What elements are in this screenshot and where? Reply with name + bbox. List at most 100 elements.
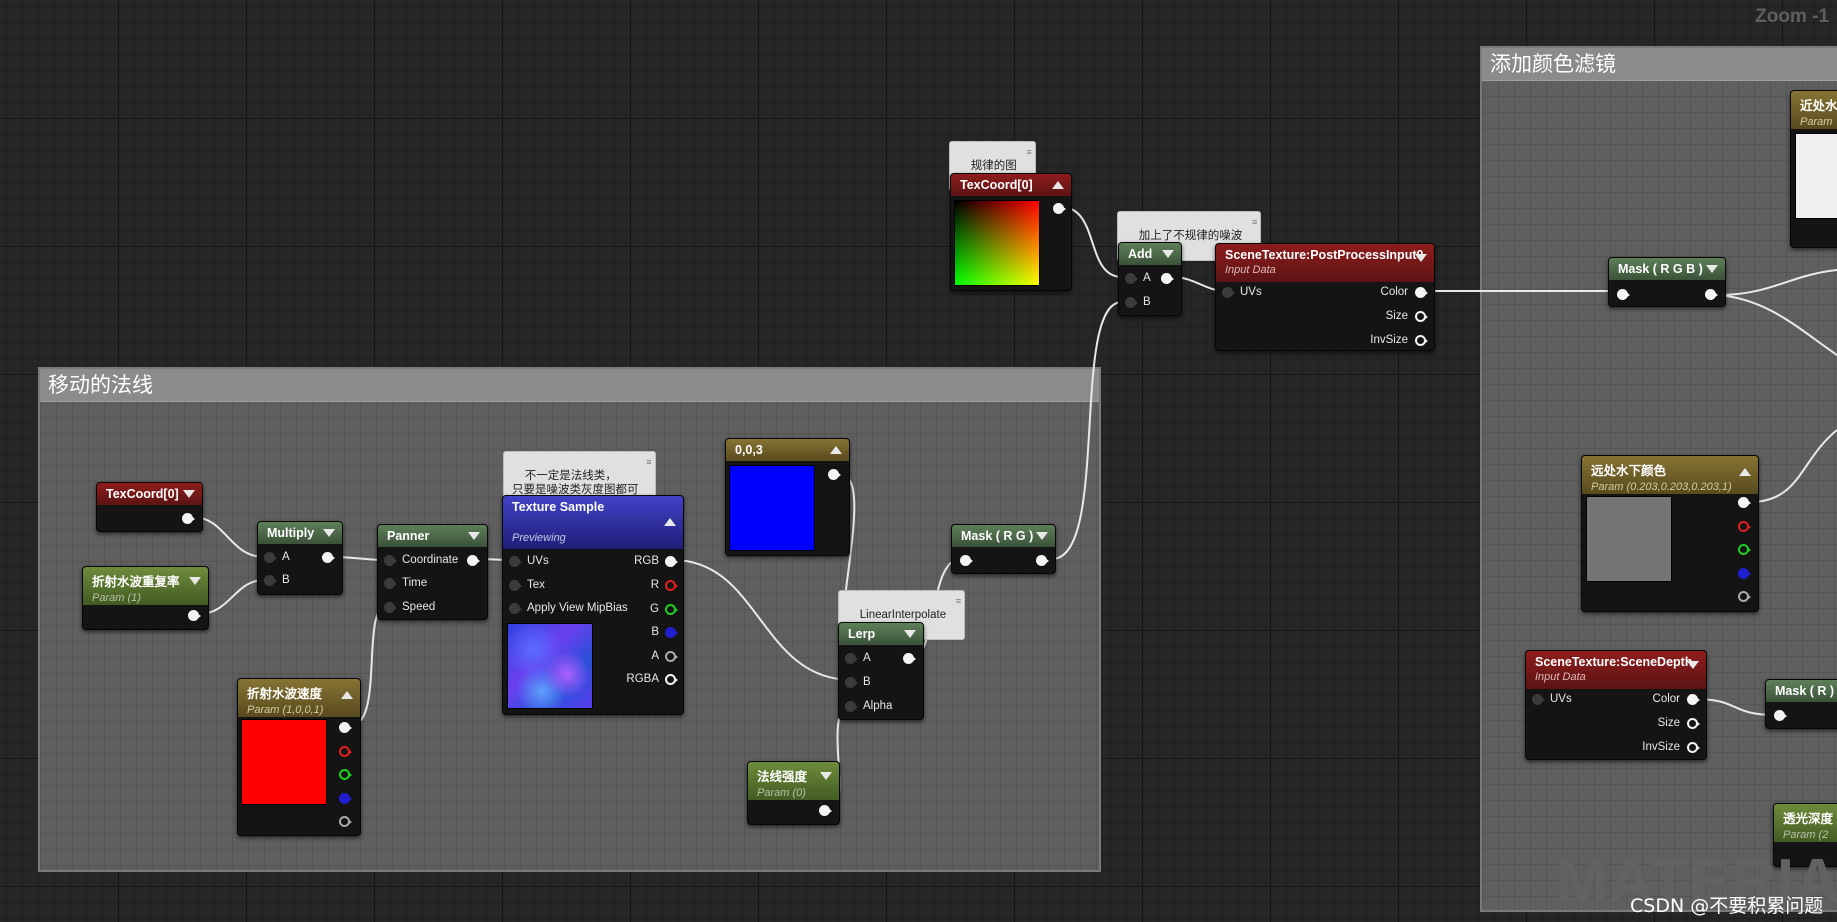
input-pin-uvs[interactable] (1532, 694, 1545, 705)
output-pin-g[interactable] (1738, 544, 1751, 555)
node-normal-strength[interactable]: 法线强度 Param (0) (747, 761, 840, 825)
output-pin[interactable] (467, 555, 480, 566)
node-mask-r[interactable]: Mask ( R ) (1765, 679, 1837, 729)
node-header[interactable]: Mask ( R G B ) (1609, 258, 1725, 280)
collapse-icon[interactable] (1415, 254, 1427, 262)
node-refract-repeat[interactable]: 折射水波重复率 Param (1) (82, 566, 209, 630)
output-pin[interactable] (828, 469, 841, 480)
output-pin-size[interactable] (1687, 718, 1700, 729)
node-header[interactable]: TexCoord[0] (951, 174, 1071, 196)
output-pin-color[interactable] (1415, 287, 1428, 298)
output-pin-b[interactable] (665, 627, 678, 638)
input-pin-coordinate[interactable] (384, 555, 397, 566)
collapse-icon[interactable] (1052, 181, 1064, 189)
output-pin-a[interactable] (665, 651, 678, 662)
node-texcoord-top[interactable]: TexCoord[0] (950, 173, 1072, 291)
output-pin-color[interactable] (1687, 694, 1700, 705)
output-pin[interactable] (182, 513, 195, 524)
output-pin[interactable] (1161, 273, 1174, 284)
collapse-icon[interactable] (1706, 265, 1718, 273)
node-header[interactable]: 折射水波速度 Param (1,0,0,1) (238, 679, 360, 717)
node-header[interactable]: 远处水下颜色 Param (0.203,0.203,0.203,1) (1582, 456, 1758, 494)
output-pin-size[interactable] (1415, 311, 1428, 322)
input-pin-mipbias[interactable] (509, 603, 522, 614)
node-header[interactable]: TexCoord[0] (97, 483, 202, 505)
output-pin-a[interactable] (339, 816, 352, 827)
node-texcoord-left[interactable]: TexCoord[0] (96, 482, 203, 532)
node-header[interactable]: SceneTexture:PostProcessInput0 Input Data (1216, 244, 1434, 282)
output-pin[interactable] (1705, 289, 1718, 300)
node-header[interactable]: Panner (378, 525, 487, 547)
input-pin-b[interactable] (264, 575, 277, 586)
node-header[interactable]: 0,0,3 (726, 439, 849, 461)
node-near-water-color[interactable]: 近处水 Param (1790, 90, 1837, 248)
collapse-icon[interactable] (820, 772, 832, 780)
output-pin-rgb[interactable] (665, 556, 678, 567)
collapse-icon[interactable] (1739, 468, 1751, 476)
collapse-icon[interactable] (189, 577, 201, 585)
collapse-icon[interactable] (1687, 661, 1699, 669)
node-header[interactable]: 近处水 Param (1791, 91, 1837, 129)
collapse-icon[interactable] (341, 691, 353, 699)
node-multiply[interactable]: Multiply A B (257, 521, 343, 595)
collapse-icon[interactable] (183, 490, 195, 498)
input-pin-alpha[interactable] (845, 701, 858, 712)
node-constant-003[interactable]: 0,0,3 (725, 438, 850, 556)
comment-title[interactable]: 添加颜色滤镜 (1482, 48, 1837, 81)
output-pin[interactable] (322, 552, 335, 563)
graph-canvas[interactable]: 移动的法线 添加颜色滤镜 规律的图 ≡ TexCoord[0] 加上了不规律的噪… (0, 0, 1837, 922)
output-pin-rgba[interactable] (665, 674, 678, 685)
output-pin-b[interactable] (339, 793, 352, 804)
node-header[interactable]: Add (1119, 243, 1181, 265)
output-pin-invsize[interactable] (1687, 742, 1700, 753)
node-header[interactable]: 法线强度 Param (0) (748, 762, 839, 800)
output-pin-b[interactable] (1738, 568, 1751, 579)
output-pin-rgb[interactable] (339, 722, 352, 733)
input-pin-time[interactable] (384, 578, 397, 589)
input-pin[interactable] (960, 555, 973, 566)
input-pin[interactable] (1617, 289, 1630, 300)
comment-title[interactable]: 移动的法线 (40, 369, 1099, 402)
input-pin-uvs[interactable] (509, 556, 522, 567)
output-pin[interactable] (1053, 203, 1066, 214)
node-panner[interactable]: Panner Coordinate Time Speed (377, 524, 488, 620)
output-pin-r[interactable] (1738, 521, 1751, 532)
input-pin-speed[interactable] (384, 602, 397, 613)
node-header[interactable]: SceneTexture:SceneDepth Input Data (1526, 651, 1706, 689)
output-pin[interactable] (188, 610, 201, 621)
collapse-icon[interactable] (1162, 250, 1174, 258)
node-add[interactable]: Add A B (1118, 242, 1182, 316)
node-mask-rg[interactable]: Mask ( R G ) (951, 524, 1056, 574)
output-pin-g[interactable] (339, 769, 352, 780)
output-pin-r[interactable] (339, 746, 352, 757)
node-header[interactable]: Mask ( R ) (1766, 680, 1837, 702)
input-pin-tex[interactable] (509, 580, 522, 591)
node-header[interactable]: Mask ( R G ) (952, 525, 1055, 547)
node-scenetexture-postprocess[interactable]: SceneTexture:PostProcessInput0 Input Data… (1215, 243, 1435, 351)
output-pin-g[interactable] (665, 604, 678, 615)
output-pin-r[interactable] (665, 580, 678, 591)
input-pin[interactable] (1774, 710, 1787, 721)
node-header[interactable]: Texture Sample Previewing (503, 496, 683, 549)
output-pin[interactable] (903, 653, 916, 664)
output-pin-a[interactable] (1738, 591, 1751, 602)
node-lerp[interactable]: Lerp A B Alpha (838, 622, 924, 720)
node-scenetexture-scenedepth[interactable]: SceneTexture:SceneDepth Input Data UVs Co… (1525, 650, 1707, 760)
input-pin-a[interactable] (845, 653, 858, 664)
output-pin[interactable] (819, 805, 832, 816)
node-header[interactable]: 折射水波重复率 Param (1) (83, 567, 208, 605)
node-header[interactable]: Multiply (258, 522, 342, 544)
input-pin-a[interactable] (1125, 273, 1138, 284)
output-pin-invsize[interactable] (1415, 335, 1428, 346)
output-pin[interactable] (1036, 555, 1049, 566)
collapse-icon[interactable] (830, 446, 842, 454)
node-far-underwater-color[interactable]: 远处水下颜色 Param (0.203,0.203,0.203,1) (1581, 455, 1759, 612)
node-texture-sample[interactable]: Texture Sample Previewing UVs Tex Apply V… (502, 495, 684, 715)
collapse-icon[interactable] (323, 529, 335, 537)
collapse-icon[interactable] (468, 532, 480, 540)
node-refract-speed[interactable]: 折射水波速度 Param (1,0,0,1) (237, 678, 361, 836)
input-pin-b[interactable] (845, 677, 858, 688)
input-pin-b[interactable] (1125, 297, 1138, 308)
node-header[interactable]: 透光深度 Param (2 (1774, 804, 1837, 842)
collapse-icon[interactable] (1036, 532, 1048, 540)
